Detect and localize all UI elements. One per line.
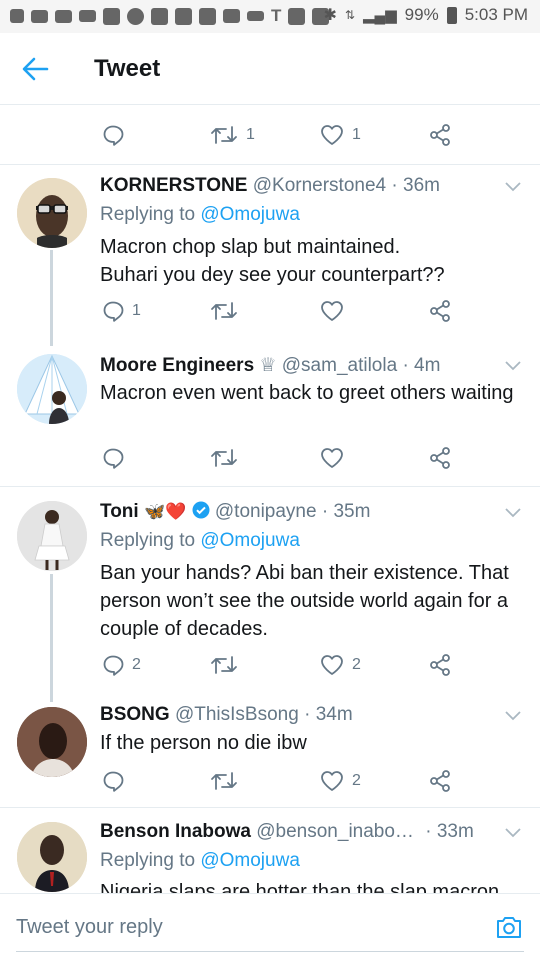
input-underline	[16, 951, 524, 952]
replying-label: Replying to	[100, 850, 201, 871]
camera-icon[interactable]	[495, 914, 523, 940]
tweet-header: Benson Inabowa @benson_inabo… · 33m	[100, 821, 474, 843]
mention-link[interactable]: @Omojuwa	[200, 850, 300, 871]
avatar[interactable]	[17, 822, 87, 892]
tweet-time: · 33m	[425, 821, 474, 842]
tweet-benson-inabowa[interactable]: Benson Inabowa @benson_inabo… · 33m Repl…	[0, 0, 540, 893]
reply-bar	[0, 893, 540, 960]
chevron-down-icon[interactable]	[504, 827, 522, 839]
tweet-text: Nigeria slaps are hotter than the slap m…	[100, 881, 500, 893]
author-name[interactable]: Benson Inabowa	[100, 821, 251, 842]
author-handle[interactable]: @benson_inabo…	[256, 821, 414, 842]
reply-input[interactable]	[16, 912, 456, 942]
replying-to: Replying to @Omojuwa	[100, 850, 300, 872]
